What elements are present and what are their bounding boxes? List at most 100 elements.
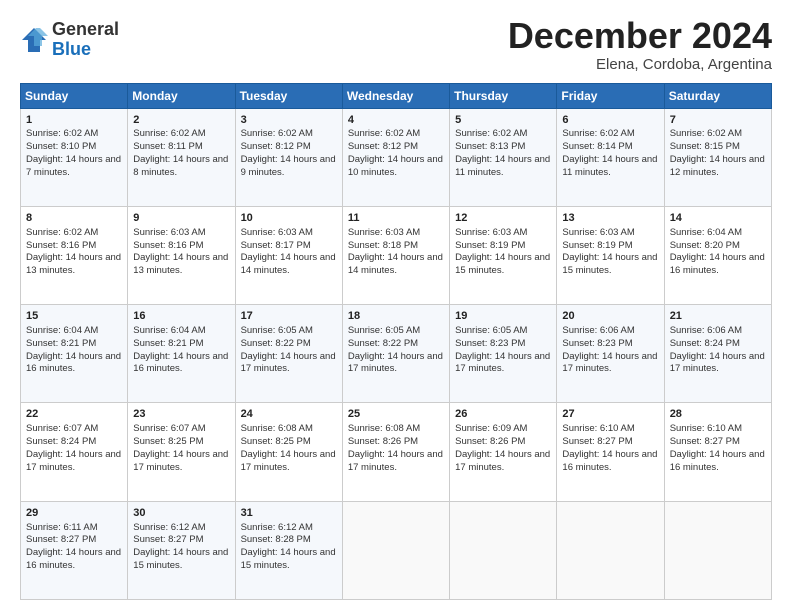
sunrise-17: Sunrise: 6:05 AM	[241, 325, 313, 336]
daylight-1: Daylight: 14 hours and 7 minutes.	[26, 154, 121, 178]
sunset-11: Sunset: 8:18 PM	[348, 240, 418, 251]
sunset-22: Sunset: 8:24 PM	[26, 436, 96, 447]
daylight-12: Daylight: 14 hours and 15 minutes.	[455, 252, 550, 276]
sunrise-13: Sunrise: 6:03 AM	[562, 227, 634, 238]
daylight-18: Daylight: 14 hours and 17 minutes.	[348, 351, 443, 375]
day-num-22: 22	[26, 407, 122, 422]
daylight-16: Daylight: 14 hours and 16 minutes.	[133, 351, 228, 375]
day-num-4: 4	[348, 113, 444, 128]
sunset-24: Sunset: 8:25 PM	[241, 436, 311, 447]
location: Elena, Cordoba, Argentina	[508, 56, 772, 73]
sunset-4: Sunset: 8:12 PM	[348, 141, 418, 152]
day-num-30: 30	[133, 506, 229, 521]
daylight-11: Daylight: 14 hours and 14 minutes.	[348, 252, 443, 276]
daylight-20: Daylight: 14 hours and 17 minutes.	[562, 351, 657, 375]
col-monday: Monday	[128, 83, 235, 108]
calendar-row-week3: 15 Sunrise: 6:04 AM Sunset: 8:21 PM Dayl…	[21, 305, 772, 403]
cell-dec28: 28 Sunrise: 6:10 AM Sunset: 8:27 PM Dayl…	[664, 403, 771, 501]
sunset-19: Sunset: 8:23 PM	[455, 338, 525, 349]
day-num-11: 11	[348, 211, 444, 226]
sunset-28: Sunset: 8:27 PM	[670, 436, 740, 447]
calendar-row-week5: 29 Sunrise: 6:11 AM Sunset: 8:27 PM Dayl…	[21, 501, 772, 599]
sunset-7: Sunset: 8:15 PM	[670, 141, 740, 152]
sunrise-18: Sunrise: 6:05 AM	[348, 325, 420, 336]
cell-dec23: 23 Sunrise: 6:07 AM Sunset: 8:25 PM Dayl…	[128, 403, 235, 501]
day-num-20: 20	[562, 309, 658, 324]
daylight-13: Daylight: 14 hours and 15 minutes.	[562, 252, 657, 276]
day-num-31: 31	[241, 506, 337, 521]
cell-dec30: 30 Sunrise: 6:12 AM Sunset: 8:27 PM Dayl…	[128, 501, 235, 599]
sunrise-5: Sunrise: 6:02 AM	[455, 128, 527, 139]
daylight-15: Daylight: 14 hours and 16 minutes.	[26, 351, 121, 375]
daylight-19: Daylight: 14 hours and 17 minutes.	[455, 351, 550, 375]
sunrise-20: Sunrise: 6:06 AM	[562, 325, 634, 336]
sunrise-7: Sunrise: 6:02 AM	[670, 128, 742, 139]
daylight-3: Daylight: 14 hours and 9 minutes.	[241, 154, 336, 178]
day-num-29: 29	[26, 506, 122, 521]
page: General Blue December 2024 Elena, Cordob…	[0, 0, 792, 612]
sunset-12: Sunset: 8:19 PM	[455, 240, 525, 251]
cell-dec8: 8 Sunrise: 6:02 AM Sunset: 8:16 PM Dayli…	[21, 206, 128, 304]
sunset-3: Sunset: 8:12 PM	[241, 141, 311, 152]
daylight-10: Daylight: 14 hours and 14 minutes.	[241, 252, 336, 276]
sunrise-26: Sunrise: 6:09 AM	[455, 423, 527, 434]
sunrise-4: Sunrise: 6:02 AM	[348, 128, 420, 139]
day-num-7: 7	[670, 113, 766, 128]
cell-dec2: 2 Sunrise: 6:02 AM Sunset: 8:11 PM Dayli…	[128, 108, 235, 206]
day-num-25: 25	[348, 407, 444, 422]
daylight-30: Daylight: 14 hours and 15 minutes.	[133, 547, 228, 571]
calendar-header-row: Sunday Monday Tuesday Wednesday Thursday…	[21, 83, 772, 108]
daylight-22: Daylight: 14 hours and 17 minutes.	[26, 449, 121, 473]
cell-dec3: 3 Sunrise: 6:02 AM Sunset: 8:12 PM Dayli…	[235, 108, 342, 206]
col-wednesday: Wednesday	[342, 83, 449, 108]
sunrise-16: Sunrise: 6:04 AM	[133, 325, 205, 336]
sunset-30: Sunset: 8:27 PM	[133, 534, 203, 545]
calendar-row-week2: 8 Sunrise: 6:02 AM Sunset: 8:16 PM Dayli…	[21, 206, 772, 304]
daylight-28: Daylight: 14 hours and 16 minutes.	[670, 449, 765, 473]
cell-dec26: 26 Sunrise: 6:09 AM Sunset: 8:26 PM Dayl…	[450, 403, 557, 501]
cell-empty-1	[342, 501, 449, 599]
sunrise-19: Sunrise: 6:05 AM	[455, 325, 527, 336]
sunrise-2: Sunrise: 6:02 AM	[133, 128, 205, 139]
month-title: December 2024	[508, 16, 772, 56]
sunset-26: Sunset: 8:26 PM	[455, 436, 525, 447]
day-num-24: 24	[241, 407, 337, 422]
cell-dec10: 10 Sunrise: 6:03 AM Sunset: 8:17 PM Dayl…	[235, 206, 342, 304]
sunrise-27: Sunrise: 6:10 AM	[562, 423, 634, 434]
daylight-5: Daylight: 14 hours and 11 minutes.	[455, 154, 550, 178]
daylight-25: Daylight: 14 hours and 17 minutes.	[348, 449, 443, 473]
sunrise-28: Sunrise: 6:10 AM	[670, 423, 742, 434]
calendar-table: Sunday Monday Tuesday Wednesday Thursday…	[20, 83, 772, 600]
cell-empty-4	[664, 501, 771, 599]
sunset-18: Sunset: 8:22 PM	[348, 338, 418, 349]
sunset-2: Sunset: 8:11 PM	[133, 141, 203, 152]
cell-dec21: 21 Sunrise: 6:06 AM Sunset: 8:24 PM Dayl…	[664, 305, 771, 403]
sunrise-31: Sunrise: 6:12 AM	[241, 522, 313, 533]
header: General Blue December 2024 Elena, Cordob…	[20, 16, 772, 73]
daylight-6: Daylight: 14 hours and 11 minutes.	[562, 154, 657, 178]
day-num-23: 23	[133, 407, 229, 422]
day-num-8: 8	[26, 211, 122, 226]
day-num-1: 1	[26, 113, 122, 128]
day-num-9: 9	[133, 211, 229, 226]
sunset-29: Sunset: 8:27 PM	[26, 534, 96, 545]
cell-dec16: 16 Sunrise: 6:04 AM Sunset: 8:21 PM Dayl…	[128, 305, 235, 403]
col-friday: Friday	[557, 83, 664, 108]
col-saturday: Saturday	[664, 83, 771, 108]
day-num-18: 18	[348, 309, 444, 324]
sunset-10: Sunset: 8:17 PM	[241, 240, 311, 251]
daylight-9: Daylight: 14 hours and 13 minutes.	[133, 252, 228, 276]
sunrise-30: Sunrise: 6:12 AM	[133, 522, 205, 533]
cell-dec22: 22 Sunrise: 6:07 AM Sunset: 8:24 PM Dayl…	[21, 403, 128, 501]
sunset-5: Sunset: 8:13 PM	[455, 141, 525, 152]
cell-dec25: 25 Sunrise: 6:08 AM Sunset: 8:26 PM Dayl…	[342, 403, 449, 501]
sunrise-29: Sunrise: 6:11 AM	[26, 522, 98, 533]
day-num-28: 28	[670, 407, 766, 422]
cell-dec24: 24 Sunrise: 6:08 AM Sunset: 8:25 PM Dayl…	[235, 403, 342, 501]
cell-dec27: 27 Sunrise: 6:10 AM Sunset: 8:27 PM Dayl…	[557, 403, 664, 501]
sunrise-25: Sunrise: 6:08 AM	[348, 423, 420, 434]
cell-dec14: 14 Sunrise: 6:04 AM Sunset: 8:20 PM Dayl…	[664, 206, 771, 304]
sunset-1: Sunset: 8:10 PM	[26, 141, 96, 152]
cell-dec11: 11 Sunrise: 6:03 AM Sunset: 8:18 PM Dayl…	[342, 206, 449, 304]
cell-empty-3	[557, 501, 664, 599]
